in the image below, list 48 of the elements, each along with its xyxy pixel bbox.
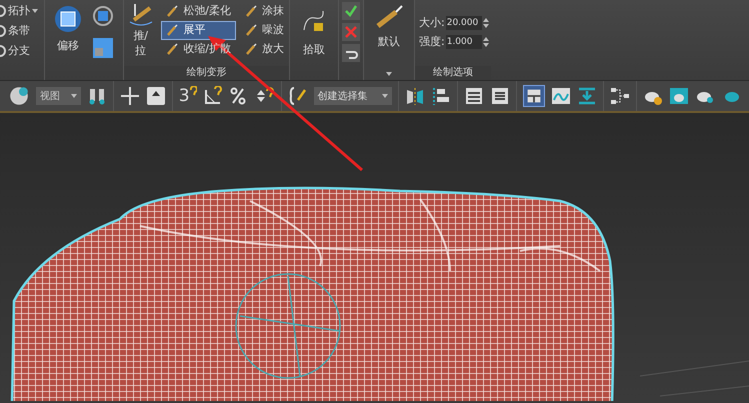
field-label: 强度: bbox=[419, 34, 445, 50]
question-mark-icon bbox=[190, 86, 197, 96]
tool-button[interactable]: 噪波 bbox=[240, 21, 289, 40]
select-object-icon[interactable] bbox=[146, 86, 166, 106]
align-icon[interactable] bbox=[431, 86, 451, 106]
tool-button[interactable]: 展平 bbox=[161, 21, 236, 40]
viewport[interactable] bbox=[0, 113, 749, 403]
dope-sheet-icon[interactable] bbox=[577, 86, 597, 106]
selection-set-icon[interactable] bbox=[288, 86, 308, 106]
tool-button[interactable]: 放大 bbox=[240, 40, 289, 59]
layers-icon[interactable] bbox=[490, 86, 510, 106]
mirror-icon[interactable] bbox=[405, 86, 425, 106]
rotate-icon[interactable] bbox=[91, 4, 115, 28]
list-icon[interactable] bbox=[464, 86, 484, 106]
selection-set-dropdown[interactable]: 创建选择集 bbox=[314, 87, 392, 105]
tool-button[interactable]: 松弛/柔化 bbox=[161, 2, 236, 21]
curve-editor-icon[interactable] bbox=[551, 86, 571, 106]
tool-button[interactable]: 涂抹 bbox=[240, 2, 289, 21]
offset-icon bbox=[53, 4, 83, 34]
pick-button[interactable]: 拾取 bbox=[301, 8, 327, 58]
snap-toggle[interactable]: 3 bbox=[178, 86, 197, 106]
pivot-icon[interactable] bbox=[86, 86, 107, 106]
scale-icon[interactable] bbox=[91, 36, 115, 60]
brush-icon bbox=[374, 4, 404, 30]
caret-icon bbox=[70, 94, 77, 98]
offset-button[interactable]: 偏移 bbox=[53, 4, 83, 80]
topology-item[interactable]: 分支 bbox=[0, 41, 44, 61]
number-field[interactable]: 20.000 bbox=[446, 16, 482, 30]
ribbon-toggle-icon[interactable] bbox=[523, 85, 545, 107]
move-icon[interactable] bbox=[120, 86, 140, 106]
topology-item[interactable]: 条带 bbox=[0, 21, 44, 41]
view-dropdown[interactable]: 视图 bbox=[36, 87, 81, 105]
caret-icon bbox=[382, 94, 388, 98]
brush-icon bbox=[166, 24, 180, 37]
push-pull-button[interactable]: 推/ 拉 bbox=[124, 2, 158, 66]
undo-icon[interactable] bbox=[342, 44, 360, 62]
caret-icon bbox=[386, 72, 392, 76]
brush-icon bbox=[245, 5, 258, 18]
group-title: 绘制变形 bbox=[124, 66, 289, 80]
number-field[interactable]: 1.000 bbox=[446, 34, 482, 49]
checkmark-icon[interactable] bbox=[342, 2, 360, 20]
schematic-icon[interactable] bbox=[610, 86, 630, 106]
field-label: 大小: bbox=[419, 15, 445, 31]
brush-icon bbox=[166, 5, 180, 18]
sphere-icon[interactable] bbox=[8, 85, 30, 107]
render-window-icon[interactable] bbox=[669, 86, 689, 106]
angle-snap-icon[interactable] bbox=[202, 86, 223, 106]
topology-item[interactable]: 拓扑 bbox=[0, 1, 44, 21]
